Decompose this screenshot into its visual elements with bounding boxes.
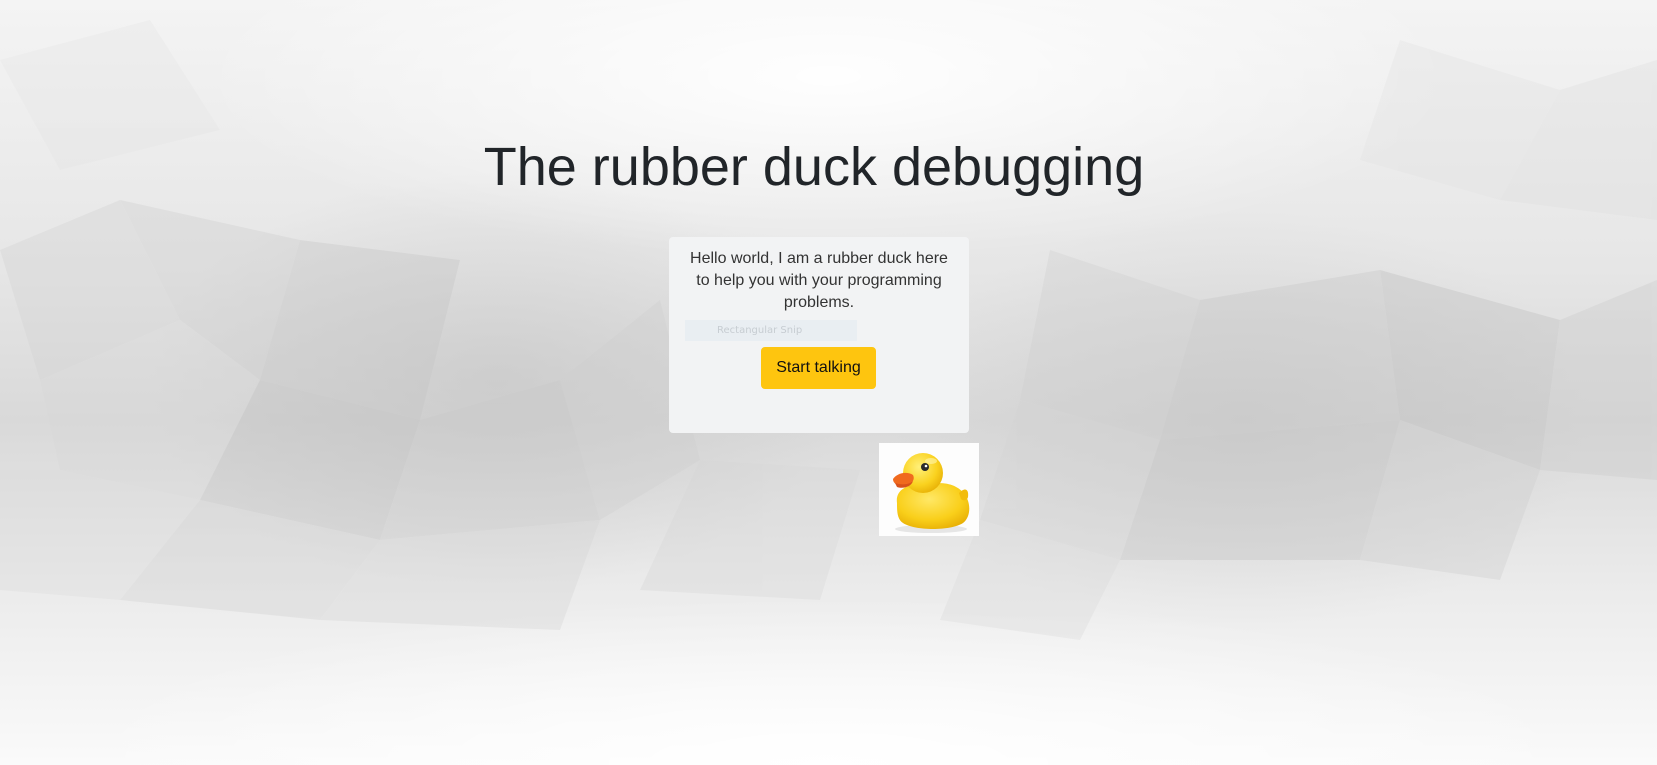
rubber-duck-icon (893, 453, 970, 533)
start-talking-button[interactable]: Start talking (761, 347, 876, 389)
intro-message: Hello world, I am a rubber duck here to … (690, 250, 948, 311)
intro-card: Hello world, I am a rubber duck here to … (669, 237, 969, 433)
rubber-duck-image (879, 443, 979, 536)
page-title: The rubber duck debugging (483, 137, 1145, 197)
rectangular-snip-overlay: Rectangular Snip (685, 320, 857, 341)
